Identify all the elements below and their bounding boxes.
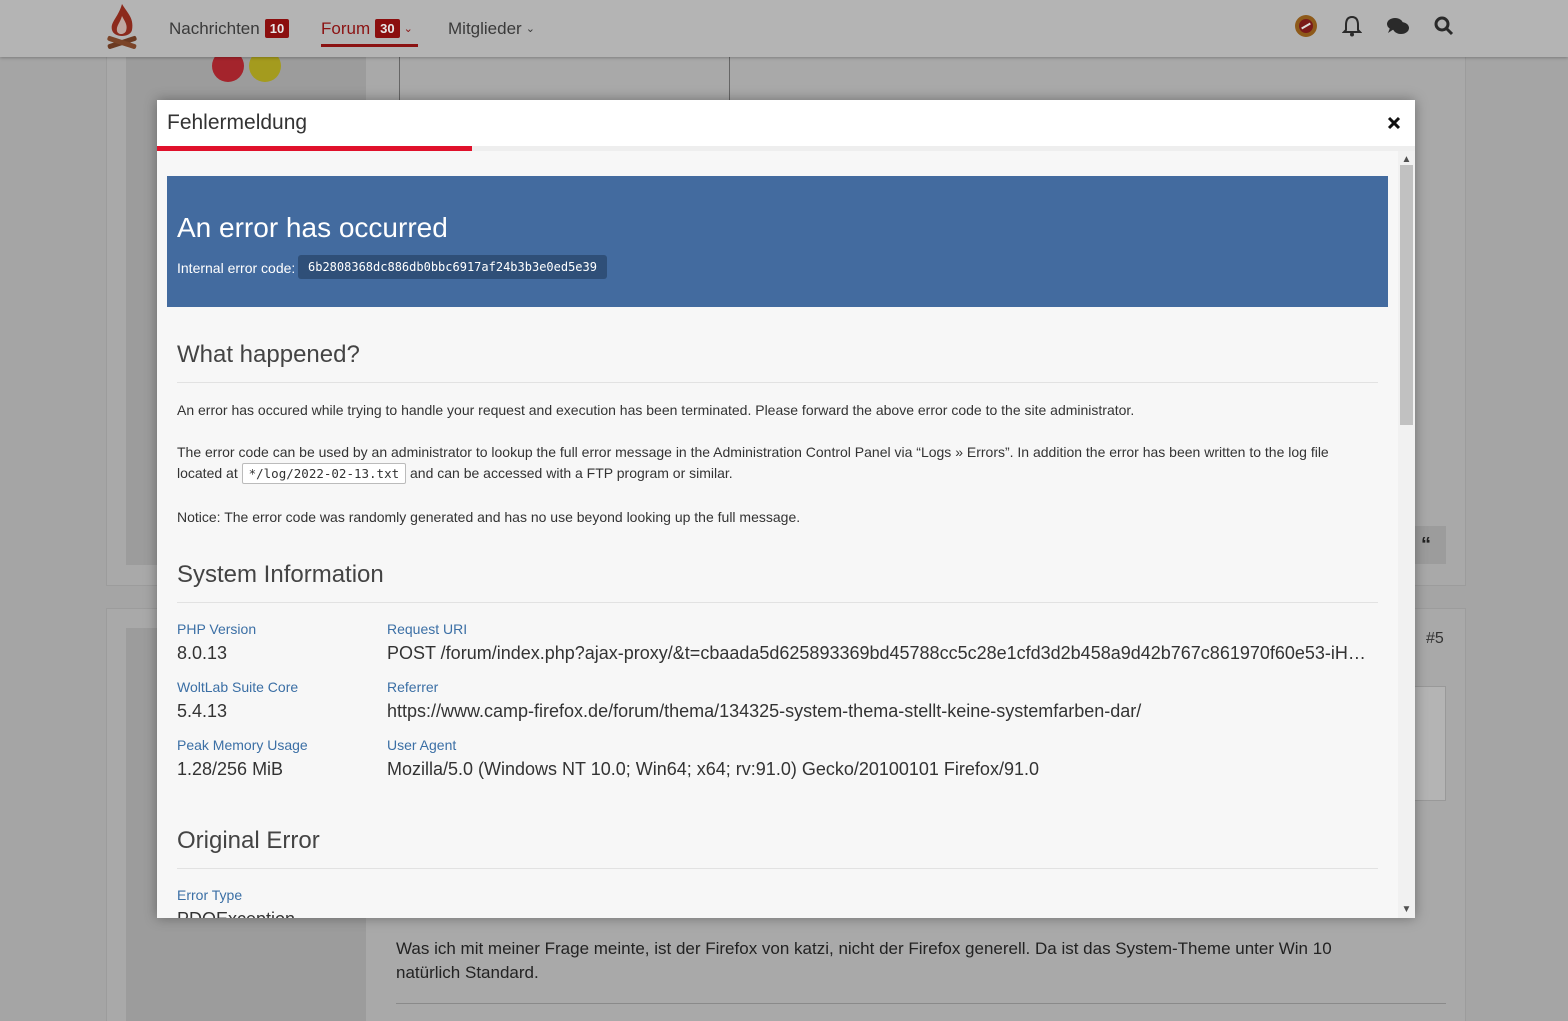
active-nav-indicator	[321, 44, 418, 47]
post-divider	[396, 1003, 1446, 1004]
error-type-label: Error Type	[177, 887, 243, 903]
core-version-label: WoltLab Suite Core	[177, 679, 299, 695]
error-title: An error has occurred	[177, 212, 448, 243]
error-dialog: Fehlermeldung An error has occurred Inte…	[157, 100, 1415, 918]
top-navigation-bar: Nachrichten 10 Forum 30 ⌄ Mitglieder ⌄	[0, 0, 1568, 57]
post-number[interactable]: #5	[1426, 630, 1444, 648]
nav-members[interactable]: Mitglieder ⌄	[448, 0, 535, 57]
attachment-thumbnail[interactable]	[1414, 686, 1446, 801]
dialog-header: Fehlermeldung	[157, 100, 1415, 146]
core-version-value: 5.4.13	[177, 701, 228, 721]
nav-forum-label: Forum	[321, 18, 371, 38]
bell-icon[interactable]	[1340, 14, 1364, 38]
dialog-title: Fehlermeldung	[167, 111, 308, 134]
section-divider	[177, 382, 1378, 383]
post-message-text: Was ich mit meiner Frage meinte, ist der…	[396, 939, 1332, 982]
chevron-down-icon: ⌄	[525, 23, 535, 35]
what-happened-paragraph: An error has occured while trying to han…	[177, 402, 1135, 418]
what-happened-title: What happened?	[177, 341, 360, 368]
user-avatar[interactable]	[1294, 14, 1318, 38]
nav-messages[interactable]: Nachrichten 10	[169, 0, 290, 57]
nav-members-label: Mitglieder	[448, 18, 522, 38]
chevron-down-icon: ⌄	[403, 23, 413, 35]
error-type-value: PDOException	[177, 909, 477, 918]
conversations-icon[interactable]	[1386, 14, 1410, 38]
error-code[interactable]: 6b2808368dc886db0bbc6917af24b3b3e0ed5e39	[298, 255, 607, 279]
error-log-paragraph: The error code can be used by an adminis…	[177, 442, 1377, 484]
notice-paragraph: Notice: The error code was randomly gene…	[177, 509, 801, 525]
nav-forum[interactable]: Forum 30 ⌄	[321, 0, 413, 57]
referrer-value: https://www.camp-firefox.de/forum/thema/…	[387, 701, 1142, 721]
peak-memory-label: Peak Memory Usage	[177, 737, 308, 753]
dialog-body: An error has occurred Internal error cod…	[157, 151, 1415, 918]
log-file-path[interactable]: */log/2022-02-13.txt	[241, 463, 407, 484]
site-logo[interactable]	[104, 2, 140, 52]
user-agent-value: Mozilla/5.0 (Windows NT 10.0; Win64; x64…	[387, 759, 1039, 779]
scrollbar-thumb[interactable]	[1400, 165, 1413, 425]
section-divider	[177, 602, 1378, 603]
error-banner: An error has occurred Internal error cod…	[167, 176, 1388, 307]
peak-memory-value: 1.28/256 MiB	[177, 759, 284, 779]
dialog-scrollbar[interactable]: ▲ ▼	[1398, 151, 1415, 918]
scroll-down-arrow-icon[interactable]: ▼	[1398, 901, 1415, 918]
php-version-value: 8.0.13	[177, 643, 228, 663]
error-log-text-end: and can be accessed with a FTP program o…	[406, 465, 733, 481]
php-version-label: PHP Version	[177, 621, 257, 637]
user-toolbar	[1294, 14, 1456, 38]
request-uri-value: POST /forum/index.php?ajax-proxy/&t=cbaa…	[387, 643, 1377, 663]
system-information-title: System Information	[177, 561, 384, 588]
referrer-label: Referrer	[387, 679, 439, 695]
forum-count-badge: 30	[375, 19, 400, 38]
user-agent-label: User Agent	[387, 737, 457, 753]
original-error-title: Original Error	[177, 827, 320, 854]
nav-messages-label: Nachrichten	[169, 18, 260, 38]
request-uri-label: Request URI	[387, 621, 468, 637]
error-code-label: Internal error code:	[177, 260, 296, 276]
close-icon[interactable]	[1382, 111, 1406, 135]
section-divider	[177, 868, 1378, 869]
messages-count-badge: 10	[264, 19, 290, 38]
search-icon[interactable]	[1432, 14, 1456, 38]
